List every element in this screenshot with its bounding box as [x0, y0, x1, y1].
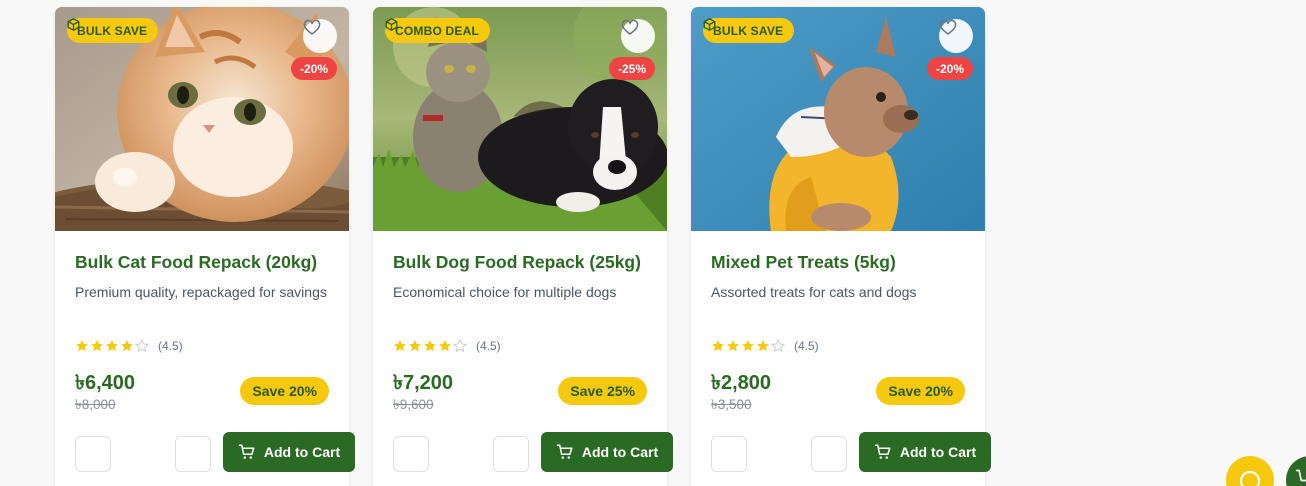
card-actions: Add to Cart — [711, 432, 991, 472]
wishlist-button[interactable] — [939, 19, 973, 53]
discount-badge: -20% — [926, 57, 973, 80]
rating: (4.5) — [393, 338, 501, 353]
product-card[interactable]: BULK SAVE -20% Bulk Cat Food Repack (20k… — [55, 7, 355, 486]
discount-badge: -20% — [290, 57, 337, 80]
star-empty-icon — [134, 338, 150, 353]
rating: (4.5) — [711, 338, 819, 353]
price-row: ৳2,800 ৳3,500 Save 20% — [711, 371, 965, 414]
wishlist-button[interactable] — [621, 19, 655, 53]
bulk-save-badge: BULK SAVE — [67, 18, 159, 43]
cart-icon — [1295, 469, 1306, 482]
chat-button[interactable] — [1226, 456, 1274, 486]
product-card[interactable]: BULK SAVE -20% Mixed Pet Treats (5kg) As… — [691, 7, 991, 486]
rating-value: (4.5) — [158, 339, 183, 353]
add-to-cart-label: Add to Cart — [581, 444, 659, 460]
quantity-decrease-button[interactable] — [393, 436, 429, 472]
star-full-icon — [711, 339, 725, 353]
add-to-cart-button[interactable]: Add to Cart — [859, 432, 991, 472]
box-icon — [385, 18, 398, 31]
rating-value: (4.5) — [794, 339, 819, 353]
combo-deal-badge: COMBO DEAL — [385, 18, 490, 43]
wishlist-button[interactable] — [303, 19, 337, 53]
quantity-increase-button[interactable] — [493, 436, 529, 472]
star-full-icon — [423, 339, 437, 353]
price-row: ৳6,400 ৳8,000 Save 20% — [75, 371, 329, 414]
star-full-icon — [120, 339, 134, 353]
quantity-decrease-button[interactable] — [711, 436, 747, 472]
star-full-icon — [756, 339, 770, 353]
quantity-decrease-button[interactable] — [75, 436, 111, 472]
add-to-cart-button[interactable]: Add to Cart — [541, 432, 673, 472]
star-empty-icon — [452, 338, 468, 353]
price-row: ৳7,200 ৳9,600 Save 25% — [393, 371, 647, 414]
heart-icon — [621, 19, 639, 35]
box-icon — [67, 18, 80, 31]
product-grid: BULK SAVE -20% Bulk Cat Food Repack (20k… — [55, 7, 991, 486]
quantity-increase-button[interactable] — [811, 436, 847, 472]
card-actions: Add to Cart — [75, 432, 355, 472]
star-full-icon — [726, 339, 740, 353]
badge-label: BULK SAVE — [713, 23, 784, 38]
product-card[interactable]: COMBO DEAL -25% Bulk Dog Food Repack (25… — [373, 7, 673, 486]
floating-cart-button[interactable] — [1286, 456, 1306, 486]
cart-icon — [556, 444, 573, 459]
chat-bubble-icon — [1239, 470, 1261, 486]
rating-value: (4.5) — [476, 339, 501, 353]
rating: (4.5) — [75, 338, 183, 353]
cart-icon — [874, 444, 891, 459]
star-full-icon — [393, 339, 407, 353]
box-icon — [703, 18, 716, 31]
add-to-cart-button[interactable]: Add to Cart — [223, 432, 355, 472]
card-actions: Add to Cart — [393, 432, 673, 472]
quantity-increase-button[interactable] — [175, 436, 211, 472]
badge-label: BULK SAVE — [77, 23, 148, 38]
star-full-icon — [105, 339, 119, 353]
product-description: Assorted treats for cats and dogs — [711, 284, 917, 300]
product-description: Premium quality, repackaged for savings — [75, 284, 327, 300]
badge-label: COMBO DEAL — [395, 23, 479, 38]
star-full-icon — [75, 339, 89, 353]
save-badge: Save 20% — [876, 377, 965, 405]
star-full-icon — [741, 339, 755, 353]
save-badge: Save 20% — [240, 377, 329, 405]
star-full-icon — [438, 339, 452, 353]
star-full-icon — [90, 339, 104, 353]
product-title[interactable]: Mixed Pet Treats (5kg) — [711, 251, 965, 273]
star-empty-icon — [770, 338, 786, 353]
product-title[interactable]: Bulk Dog Food Repack (25kg) — [393, 251, 647, 273]
product-image[interactable]: BULK SAVE -20% — [55, 7, 349, 231]
add-to-cart-label: Add to Cart — [899, 444, 977, 460]
product-title[interactable]: Bulk Cat Food Repack (20kg) — [75, 251, 329, 273]
bulk-save-badge: BULK SAVE — [703, 18, 795, 43]
save-badge: Save 25% — [558, 377, 647, 405]
cart-icon — [238, 444, 255, 459]
product-description: Economical choice for multiple dogs — [393, 284, 617, 300]
star-full-icon — [408, 339, 422, 353]
product-image[interactable]: COMBO DEAL -25% — [373, 7, 667, 231]
heart-icon — [303, 19, 321, 35]
product-image[interactable]: BULK SAVE -20% — [691, 7, 985, 231]
heart-icon — [939, 19, 957, 35]
discount-badge: -25% — [608, 57, 655, 80]
add-to-cart-label: Add to Cart — [263, 444, 341, 460]
